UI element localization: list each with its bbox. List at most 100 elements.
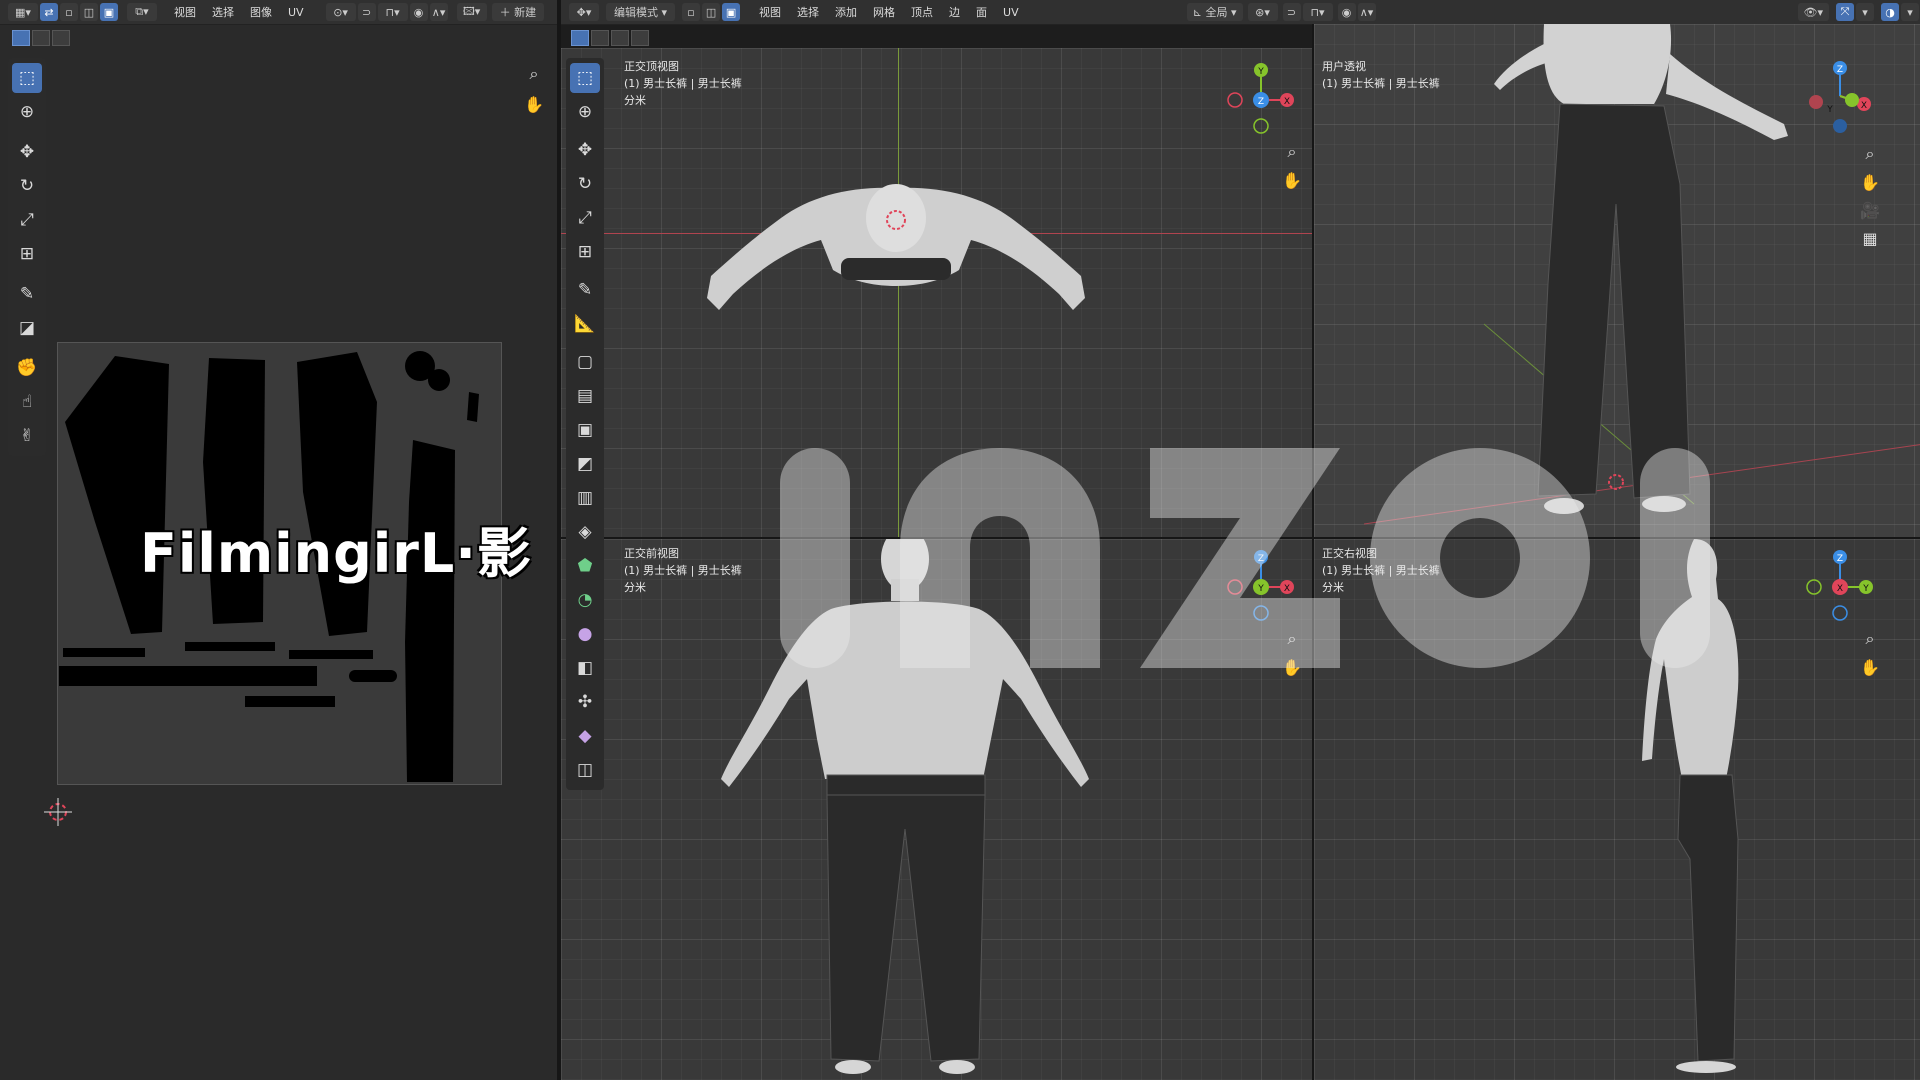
vp-rotate-tool-icon[interactable]: ↻: [570, 169, 600, 199]
vp-snap-icon[interactable]: ⊃: [1282, 3, 1301, 21]
vp-select-box-tool-icon[interactable]: ⬚: [570, 63, 600, 93]
user-zoom-icon[interactable]: ⌕: [1856, 140, 1884, 168]
vp-menu-face[interactable]: 面: [968, 4, 995, 20]
right-zoom-icon[interactable]: ⌕: [1856, 625, 1884, 653]
overlay-toggle-icon[interactable]: ◑: [1881, 3, 1899, 21]
vp-select-subtract-icon[interactable]: [611, 30, 629, 46]
pivot-icon[interactable]: ⊛▾: [1247, 3, 1278, 21]
vp-shear-tool-icon[interactable]: ◆: [570, 721, 600, 751]
vp-menu-uv[interactable]: UV: [995, 6, 1027, 19]
select-extend-icon[interactable]: [32, 30, 50, 46]
annotate-tool-icon[interactable]: ✎: [12, 279, 42, 309]
uv-sticky-select-icon[interactable]: ⧉▾: [127, 3, 157, 21]
vp-transform-tool-icon[interactable]: ⊞: [570, 237, 600, 267]
right-gizmo-z-label: Z: [1837, 554, 1843, 564]
top-view-body-figure: [707, 184, 1085, 310]
select-box-mode-icon[interactable]: [12, 30, 30, 46]
vp-edge-slide-tool-icon[interactable]: ◧: [570, 653, 600, 683]
pivot-point-icon[interactable]: ⊙▾: [325, 3, 356, 21]
snap-target-icon[interactable]: ⊓▾: [377, 3, 408, 21]
select-box-tool-icon[interactable]: ⬚: [12, 63, 42, 93]
user-camera-icon[interactable]: 🎥: [1856, 196, 1884, 224]
vertex-select-mode-icon[interactable]: ▫: [682, 3, 701, 21]
mode-dropdown[interactable]: 编辑模式 ▾: [606, 3, 676, 21]
vp-select-intersect-icon[interactable]: [631, 30, 649, 46]
vp-scale-tool-icon[interactable]: ⤢: [570, 203, 600, 233]
uv-editor-header: ▦▾ ⇄ ▫ ◫ ▣ ⧉▾ 视图 选择 图像 UV ⊙▾ ⊃ ⊓▾ ◉ ∧▾ 🖾…: [0, 0, 557, 25]
cursor-tool-icon[interactable]: ⊕: [12, 97, 42, 127]
relax-tool-icon[interactable]: ☝: [12, 387, 42, 417]
vp-smooth-tool-icon[interactable]: ●: [570, 619, 600, 649]
top-navigation-gizmo[interactable]: Y Z X: [1221, 60, 1301, 140]
vp-move-tool-icon[interactable]: ✥: [570, 135, 600, 165]
user-ortho-toggle-icon[interactable]: ▦: [1856, 224, 1884, 252]
vp-shrink-fatten-tool-icon[interactable]: ✣: [570, 687, 600, 717]
top-zoom-icon[interactable]: ⌕: [1278, 138, 1306, 166]
vp-menu-edge[interactable]: 边: [941, 4, 968, 20]
vp-menu-add[interactable]: 添加: [827, 4, 865, 20]
vp-menu-mesh[interactable]: 网格: [865, 4, 903, 20]
gizmo-toggle-icon[interactable]: ⤧: [1836, 3, 1854, 21]
vp-proportional-icon[interactable]: ◉: [1337, 3, 1356, 21]
vp-menu-view[interactable]: 视图: [751, 4, 789, 20]
vp-menu-select[interactable]: 选择: [789, 4, 827, 20]
edge-select-mode-icon[interactable]: ◫: [702, 3, 721, 21]
uv-edge-select-icon[interactable]: ◫: [80, 3, 98, 21]
vp-select-new-icon[interactable]: [571, 30, 589, 46]
overlay-dropdown-icon[interactable]: ▾: [1901, 3, 1919, 21]
proportional-edit-icon[interactable]: ◉: [409, 3, 428, 21]
falloff-icon[interactable]: ∧▾: [429, 3, 448, 21]
right-navigation-gizmo[interactable]: Z X Y: [1800, 547, 1880, 627]
vp-rip-tool-icon[interactable]: ◫: [570, 755, 600, 785]
uv-zoom-icon[interactable]: ⌕: [520, 60, 548, 88]
uv-menu-view[interactable]: 视图: [166, 4, 204, 20]
vp-knife-tool-icon[interactable]: ◈: [570, 517, 600, 547]
move-tool-icon[interactable]: ✥: [12, 137, 42, 167]
vp-add-cube-tool-icon[interactable]: ▢: [570, 347, 600, 377]
vp-bevel-tool-icon[interactable]: ◩: [570, 449, 600, 479]
uv-pan-hand-icon[interactable]: ✋: [520, 90, 548, 118]
transform-tool-icon[interactable]: ⊞: [12, 239, 42, 269]
uv-menu-select[interactable]: 选择: [204, 4, 242, 20]
select-subtract-icon[interactable]: [52, 30, 70, 46]
vp-spin-tool-icon[interactable]: ◔: [570, 585, 600, 615]
uv-menu-image[interactable]: 图像: [242, 4, 280, 20]
uv-face-select-icon[interactable]: ▣: [100, 3, 118, 21]
image-browse-icon[interactable]: 🖾▾: [456, 3, 487, 21]
vp-inset-tool-icon[interactable]: ▣: [570, 415, 600, 445]
new-image-button[interactable]: ＋ 新建: [491, 3, 545, 21]
snap-icon[interactable]: ⊃: [357, 3, 376, 21]
uv-select-mode-bar: [6, 28, 72, 48]
viewport-top-units: 分米: [624, 94, 646, 107]
uv-vertex-select-icon[interactable]: ▫: [60, 3, 78, 21]
face-select-mode-icon[interactable]: ▣: [722, 3, 741, 21]
visibility-icon[interactable]: 👁▾: [1797, 3, 1829, 21]
rotate-tool-icon[interactable]: ↻: [12, 171, 42, 201]
top-pan-hand-icon[interactable]: ✋: [1278, 166, 1306, 194]
vp-loop-cut-tool-icon[interactable]: ▥: [570, 483, 600, 513]
grab-tool-icon[interactable]: ✊: [12, 353, 42, 383]
pinch-tool-icon[interactable]: ✌: [12, 421, 42, 451]
vp-falloff-icon[interactable]: ∧▾: [1357, 3, 1376, 21]
user-navigation-gizmo[interactable]: Z Y X: [1800, 56, 1880, 136]
uv-2d-cursor[interactable]: [44, 798, 72, 826]
vp-measure-tool-icon[interactable]: 📐: [570, 309, 600, 339]
uv-sync-select-icon[interactable]: ⇄: [40, 3, 58, 21]
vp-snap-target-icon[interactable]: ⊓▾: [1302, 3, 1333, 21]
vp-poly-build-tool-icon[interactable]: ⬟: [570, 551, 600, 581]
vp-cursor-tool-icon[interactable]: ⊕: [570, 97, 600, 127]
vp-extrude-tool-icon[interactable]: ▤: [570, 381, 600, 411]
vp-annotate-tool-icon[interactable]: ✎: [570, 275, 600, 305]
vp-menu-vertex[interactable]: 顶点: [903, 4, 941, 20]
transform-orientation-dropdown[interactable]: ⊾ 全局 ▾: [1186, 3, 1243, 21]
scale-tool-icon[interactable]: ⤢: [12, 205, 42, 235]
uv-editor[interactable]: FilmingirL·影 ⌕ ✋: [0, 24, 557, 1080]
vp-select-extend-icon[interactable]: [591, 30, 609, 46]
rip-tool-icon[interactable]: ◪: [12, 313, 42, 343]
viewport-editor-type-icon[interactable]: ✥▾: [569, 3, 599, 21]
right-pan-hand-icon[interactable]: ✋: [1856, 653, 1884, 681]
uv-menu-uv[interactable]: UV: [280, 6, 312, 19]
editor-type-icon[interactable]: ▦▾: [8, 3, 38, 21]
user-pan-hand-icon[interactable]: ✋: [1856, 168, 1884, 196]
gizmo-dropdown-icon[interactable]: ▾: [1856, 3, 1874, 21]
